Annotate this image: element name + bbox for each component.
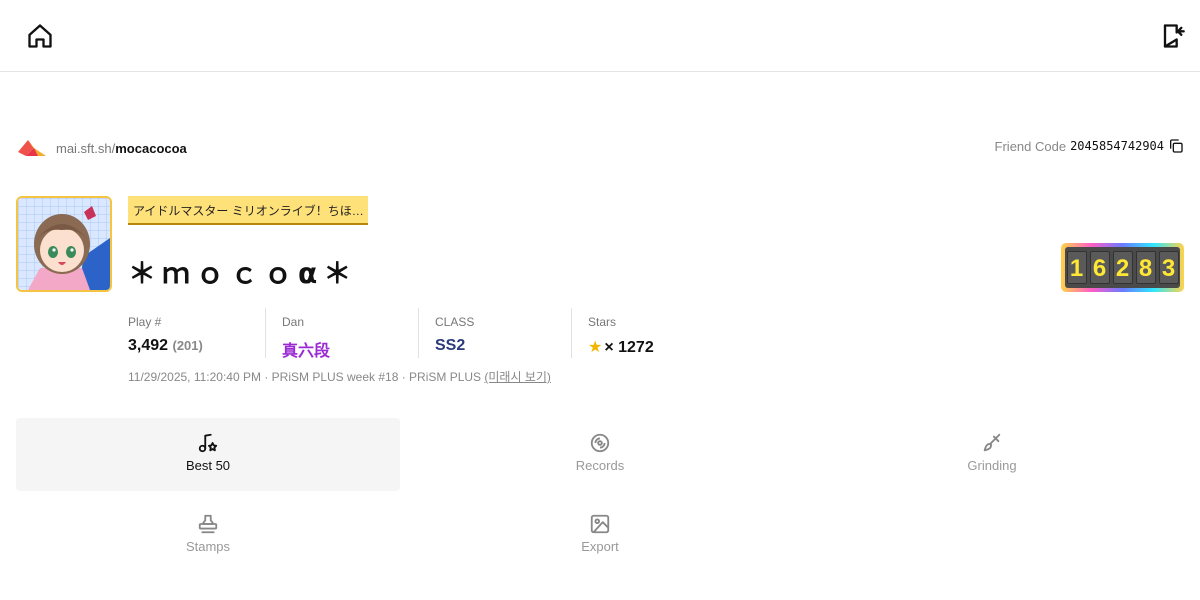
tab-label: Export [581,539,619,554]
url-prefix: mai.sft.sh/ [56,140,116,156]
player-name: ＊ｍｏｃｏα＊ [128,257,358,290]
profile-url[interactable]: mai.sft.sh/mocacocoa [16,134,187,162]
tab-export[interactable]: Export [408,499,792,572]
dan-value: 真六段 [282,343,331,360]
tab-best-50[interactable]: Best 50 [16,418,400,491]
stars-value: ★ × 1272 [588,337,724,357]
stat-label: Play # [128,315,162,329]
meta-text: 11/29/2025, 11:20:40 PM · PRiSM PLUS wee… [128,370,485,384]
music-star-icon [198,433,218,453]
brush-icon [983,433,1001,452]
rating-digit: 3 [1158,251,1179,284]
friend-code-value: 2045854742904 [1070,139,1164,153]
rating-display: 1 6 2 8 3 [1061,243,1184,292]
stat-label: Dan [282,315,305,329]
tab-label: Records [575,458,625,473]
stat-dan: Dan 真六段 [265,308,418,360]
username: mocacocoa [115,140,187,156]
play-count-recent: (201) [172,338,203,353]
tab-grinding[interactable]: Grinding [800,418,1184,491]
future-view-link[interactable]: (미래시 보기) [484,370,551,384]
rating-digit: 2 [1112,251,1133,284]
star-icon: ★ [588,339,603,356]
stat-play-count: Play # 3,492 (201) [128,308,265,358]
home-icon[interactable] [26,22,54,50]
stat-value: 3,492 (201) [128,337,265,355]
stat-stars: Stars ★ × 1272 [571,308,724,358]
tab-stamps[interactable]: Stamps [16,499,400,572]
tab-label: Best 50 [185,458,231,473]
stars-count: × 1272 [604,339,654,356]
stats-row: Play # 3,492 (201) Dan 真六段 CLASS SS2 Sta… [128,308,724,360]
rating-digits: 1 6 2 8 3 [1065,247,1180,288]
stat-label: Stars [588,315,617,329]
rating-digit: 6 [1089,251,1110,284]
avatar-image [18,198,110,290]
tab-label: Stamps [185,539,231,554]
last-played-info: 11/29/2025, 11:20:40 PM · PRiSM PLUS wee… [128,368,551,385]
stat-label: CLASS [435,315,475,329]
top-bar [0,0,1200,72]
avatar [16,196,112,292]
stat-class: CLASS SS2 [418,308,571,358]
stamp-icon [198,514,218,534]
tab-label: Grinding [967,458,1017,473]
site-logo-icon [18,140,46,156]
friend-code: Friend Code 2045854742904 [995,138,1184,154]
friend-code-label: Friend Code [994,138,1067,154]
disc-icon [590,433,610,453]
title-plate: アイドルマスター ミリオンライブ！ちほ… [128,196,368,225]
image-icon [590,514,610,534]
logout-icon[interactable] [1158,22,1186,50]
class-value: SS2 [435,337,466,354]
rating-digit: 8 [1135,251,1156,284]
play-count: 3,492 [128,337,169,354]
rating-digit: 1 [1066,251,1087,284]
tab-records[interactable]: Records [408,418,792,491]
copy-icon[interactable] [1168,138,1184,154]
